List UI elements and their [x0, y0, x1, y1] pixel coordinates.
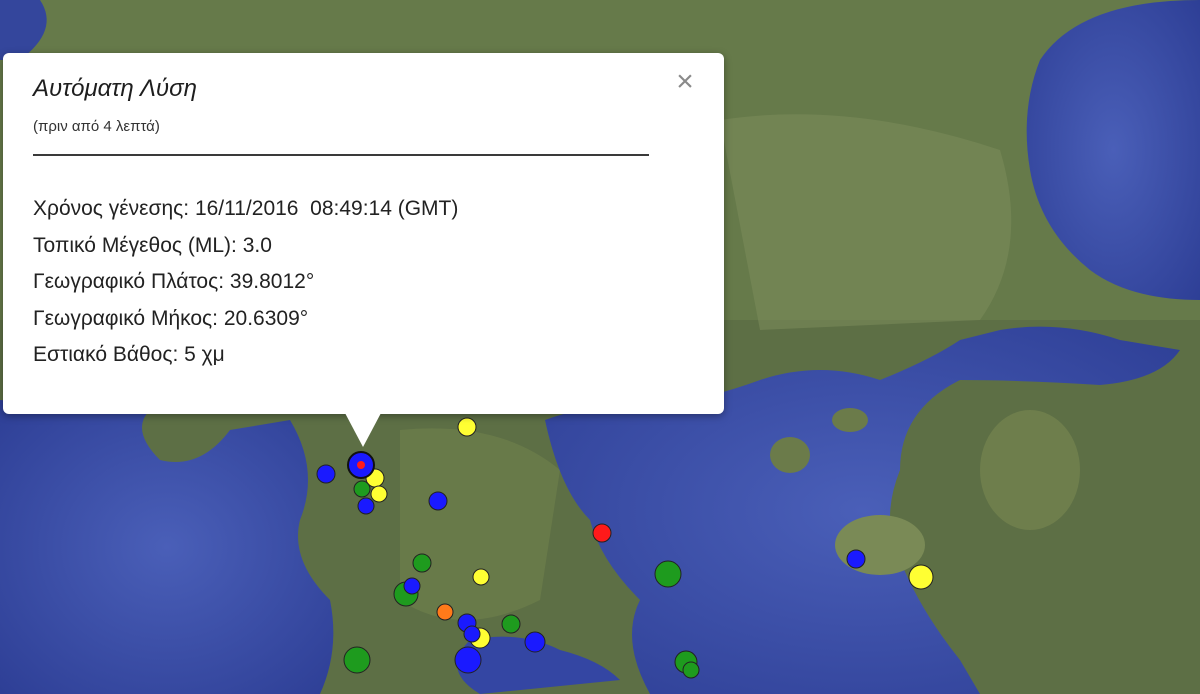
- earthquake-marker[interactable]: [592, 523, 612, 543]
- selected-earthquake-center: [357, 461, 365, 469]
- island: [770, 437, 810, 473]
- earthquake-marker[interactable]: [472, 568, 490, 586]
- magnitude-label: Τοπικό Μέγεθος (ML):: [33, 233, 237, 257]
- land-texture: [720, 114, 1012, 331]
- earthquake-marker[interactable]: [457, 417, 477, 437]
- depth-value: 5 χμ: [184, 343, 225, 366]
- magnitude-row: Τοπικό Μέγεθος (ML): 3.0: [33, 228, 458, 265]
- close-icon[interactable]: ×: [670, 67, 700, 97]
- earthquake-marker[interactable]: [682, 661, 700, 679]
- popup-divider: [33, 154, 649, 156]
- island: [832, 408, 868, 432]
- longitude-value: 20.6309°: [223, 306, 309, 330]
- popup-subtitle: (πριν από 4 λεπτά): [33, 118, 160, 135]
- earthquake-marker[interactable]: [353, 480, 371, 498]
- magnitude-value: 3.0: [242, 233, 272, 257]
- earthquake-marker[interactable]: [436, 603, 454, 621]
- origin-time-value: 16/11/2016 08:49:14 (GMT): [194, 197, 459, 220]
- depth-label: Εστιακό Βάθος:: [33, 343, 179, 366]
- earthquake-marker[interactable]: [412, 553, 432, 573]
- earthquake-marker[interactable]: [846, 549, 866, 569]
- earthquake-marker[interactable]: [654, 560, 682, 588]
- depth-row: Εστιακό Βάθος: 5 χμ: [33, 337, 458, 374]
- latitude-label: Γεωγραφικό Πλάτος:: [33, 270, 225, 293]
- land-texture: [400, 428, 560, 620]
- popup-pointer: [345, 413, 381, 447]
- earthquake-marker[interactable]: [403, 577, 421, 595]
- earthquake-marker[interactable]: [908, 564, 934, 590]
- popup-title: Αυτόματη Λύση: [33, 75, 197, 102]
- earthquake-details: Χρόνος γένεσης: 16/11/2016 08:49:14 (GMT…: [33, 191, 458, 374]
- earthquake-marker[interactable]: [316, 464, 336, 484]
- longitude-row: Γεωγραφικό Μήκος: 20.6309°: [33, 301, 458, 338]
- earthquake-marker[interactable]: [370, 485, 388, 503]
- island: [835, 515, 925, 575]
- longitude-label: Γεωγραφικό Μήκος:: [33, 306, 219, 330]
- earthquake-marker[interactable]: [501, 614, 521, 634]
- earthquake-marker[interactable]: [357, 497, 375, 515]
- origin-time-row: Χρόνος γένεσης: 16/11/2016 08:49:14 (GMT…: [33, 191, 458, 228]
- earthquake-info-popup: × Αυτόματη Λύση (πριν από 4 λεπτά) Χρόνο…: [3, 53, 724, 414]
- earthquake-marker[interactable]: [524, 631, 546, 653]
- island: [980, 410, 1080, 530]
- earthquake-marker[interactable]: [428, 491, 448, 511]
- earthquake-marker[interactable]: [343, 646, 371, 674]
- latitude-row: Γεωγραφικό Πλάτος: 39.8012°: [33, 264, 458, 301]
- earthquake-marker[interactable]: [463, 625, 481, 643]
- earthquake-marker[interactable]: [454, 646, 482, 674]
- latitude-value: 39.8012°: [229, 270, 315, 293]
- origin-time-label: Χρόνος γένεσης:: [33, 197, 190, 220]
